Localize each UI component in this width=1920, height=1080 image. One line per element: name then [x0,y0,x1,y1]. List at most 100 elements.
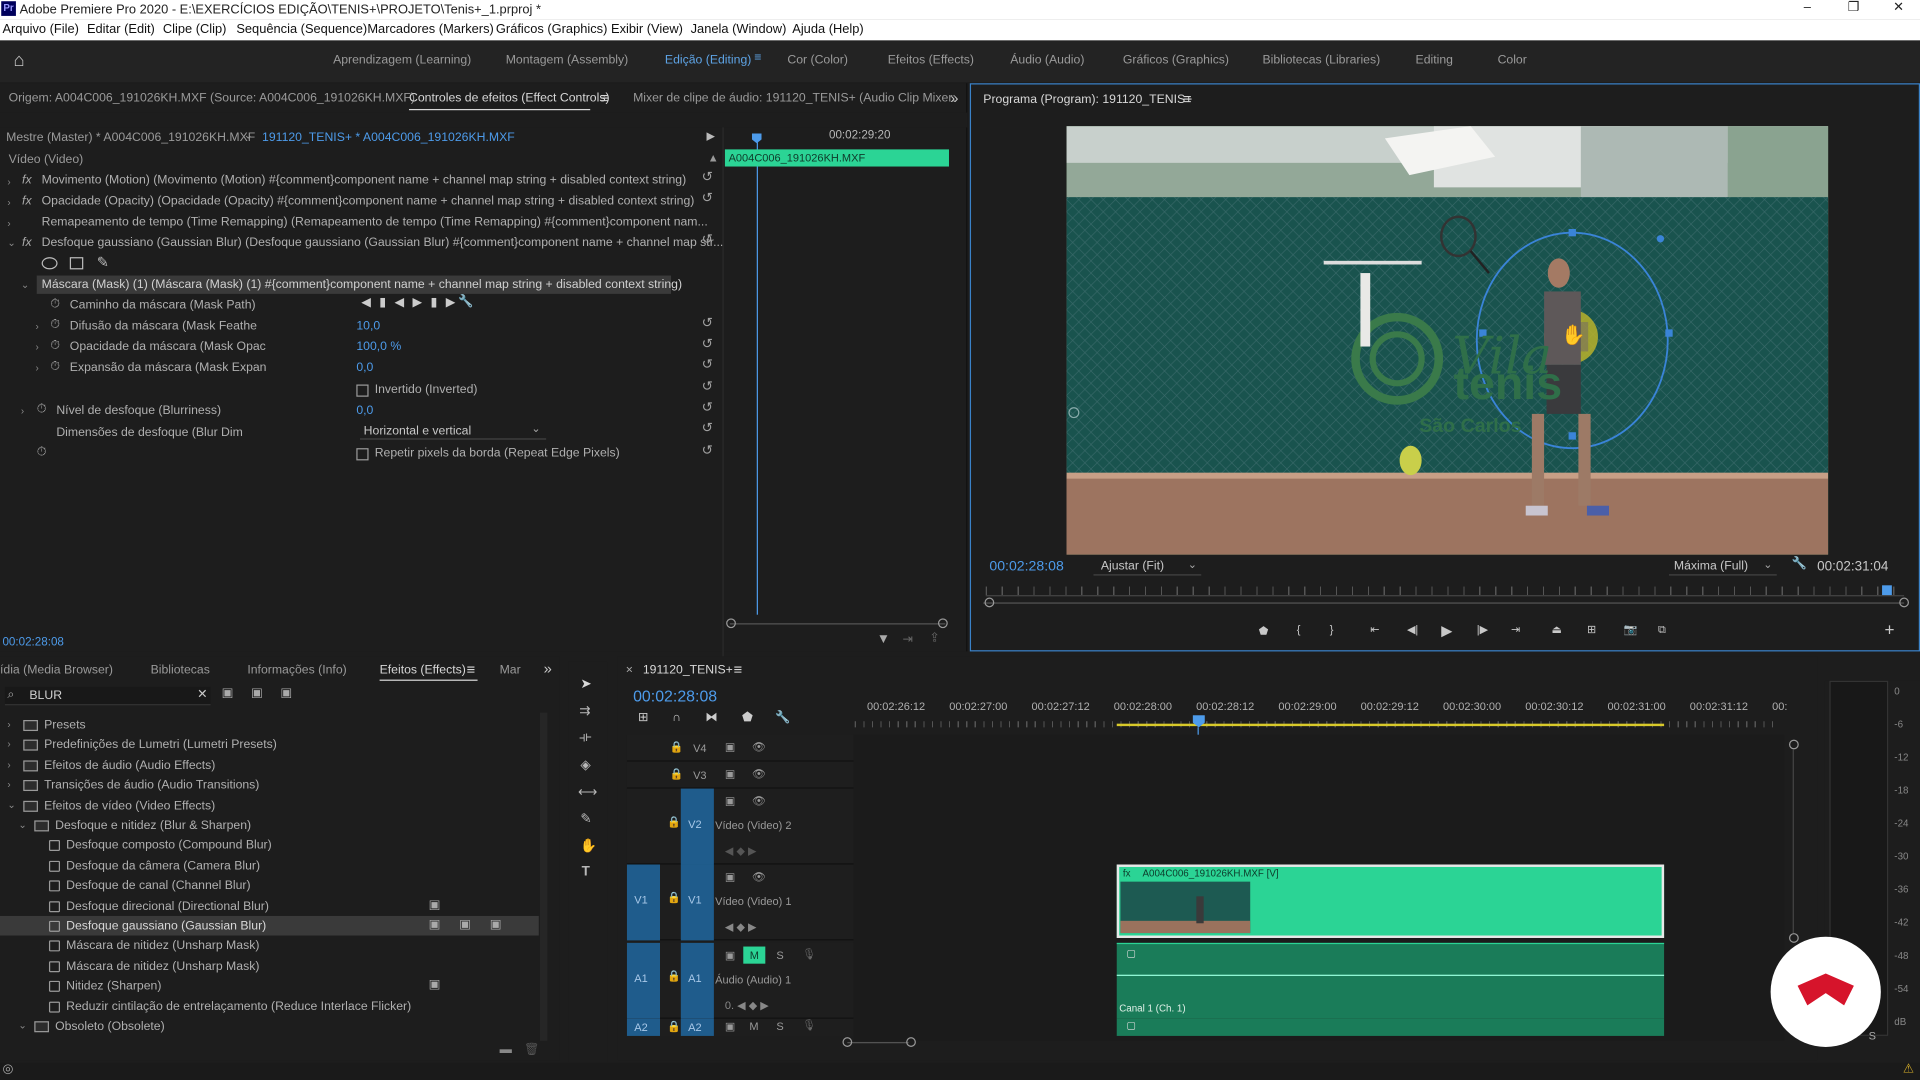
repeat-edge-checkbox[interactable] [356,448,369,461]
fx-icon[interactable]: fx [22,195,32,208]
add-marker-icon[interactable]: ⬟ [742,711,753,724]
workspace-color[interactable]: Cor (Color) [787,54,848,67]
home-icon[interactable]: ⌂ [13,50,24,71]
export-frame-icon[interactable]: 📷 [1624,623,1638,636]
lock-icon[interactable]: 🔒 [667,891,681,904]
sequence-menu-icon[interactable]: ≡ [733,661,742,678]
v1-source-patch[interactable]: V1 [626,864,661,941]
effect-item[interactable]: Desfoque gaussiano (Gaussian Blur) ▣ ▣ ▣ [0,915,539,936]
slip-tool-icon[interactable]: ⟷ [578,784,597,800]
solo-a1-button[interactable]: S [776,949,783,961]
effect-item[interactable]: Máscara de nitidez (Unsharp Mask) [0,956,539,976]
razor-tool-icon[interactable]: ◈ [580,757,590,773]
lift-icon[interactable]: ⏏ [1551,623,1561,636]
mute-a1-button[interactable]: M [743,946,766,964]
pen-tool-icon[interactable]: ✎ [580,811,591,827]
mask-expansion-value[interactable]: 0,0 [356,361,373,374]
sync-lock-icon[interactable]: ▣ [725,795,735,808]
close-button[interactable]: ✕ [1893,0,1904,15]
workspace-editing-2[interactable]: Editing [1416,54,1453,67]
master-dropdown-chevron-icon[interactable]: ⌄ [244,129,253,142]
lock-icon[interactable]: 🔒 [667,1020,681,1033]
timeline-settings-wrench-icon[interactable]: 🔧 [775,711,790,724]
warning-icon[interactable]: ⚠ [1903,1063,1914,1076]
expand-chevron-icon[interactable]: › [7,759,10,770]
minimize-button[interactable]: – [1804,0,1811,15]
sequence-clip-link[interactable]: 191120_TENIS+ * A004C006_191026KH.MXF [262,131,515,144]
tab-libraries[interactable]: Bibliotecas [151,664,210,677]
tab-markers[interactable]: Mar [500,664,521,677]
fx-icon[interactable]: fx [22,174,32,187]
expand-opacity-icon[interactable]: › [7,197,10,208]
effect-item[interactable]: Desfoque composto (Compound Blur) [0,836,539,856]
effect-item[interactable]: Desfoque de canal (Channel Blur) [0,876,539,896]
menu-window[interactable]: Janela (Window) [691,22,787,37]
workspace-effects[interactable]: Efeitos (Effects) [888,54,974,67]
video-clip-v1[interactable]: fx A004C006_191026KH.MXF [V] [1116,864,1665,938]
selection-tool-icon[interactable]: ➤ [580,676,591,692]
tab-source[interactable]: Origem: A004C006_191026KH.MXF (Source: A… [9,92,415,105]
stopwatch-icon[interactable]: ⏱ [50,298,60,311]
effects-folder[interactable]: › Transições de áudio (Audio Transitions) [0,775,539,795]
reset-repeat-edge-icon[interactable]: ↺ [702,442,713,458]
linked-selection-icon[interactable]: ⧓ [705,711,717,724]
stopwatch-icon[interactable]: ⏱ [50,360,60,373]
menu-graphics[interactable]: Gráficos (Graphics) [496,22,607,37]
tab-effects[interactable]: Efeitos (Effects) [380,664,466,677]
effect-opacity[interactable]: Opacidade (Opacity) (Opacidade (Opacity)… [42,195,695,208]
expand-chevron-icon[interactable]: ⌄ [18,819,26,830]
menu-view[interactable]: Exibir (View) [611,22,683,37]
workspace-editing[interactable]: Edição (Editing) [665,54,751,67]
effect-item[interactable]: Reduzir cintilação de entrelaçamento (Re… [0,996,539,1016]
menu-edit[interactable]: Editar (Edit) [87,22,155,37]
close-sequence-icon[interactable]: × [626,664,633,677]
menu-markers[interactable]: Marcadores (Markers) [367,22,493,37]
tab-media-browser[interactable]: ídia (Media Browser) [0,664,113,677]
32bit-effects-icon[interactable]: ▣ [251,687,263,700]
effect-item[interactable]: Desfoque direcional (Directional Blur) ▣ [0,896,539,916]
ripple-edit-tool-icon[interactable]: ⟛ [579,730,591,746]
expand-chevron-icon[interactable]: ⌄ [7,799,15,810]
type-tool-icon[interactable]: T [582,864,590,879]
expand-blurriness-icon[interactable]: › [21,405,24,416]
effect-motion[interactable]: Movimento (Motion) (Movimento (Motion) #… [42,174,687,187]
mark-out-icon[interactable]: } [1330,623,1334,635]
vertical-scrollbar[interactable] [1792,749,1794,934]
new-bin-icon[interactable]: ▬ [500,1043,512,1056]
horizontal-zoom-scroll[interactable] [847,1042,909,1044]
zoom-handle-left[interactable] [984,597,995,608]
reset-motion-icon[interactable]: ↺ [702,169,713,185]
comparison-view-icon[interactable]: ⧉ [1658,623,1666,636]
accelerated-effects-icon[interactable]: ▣ [222,687,234,700]
effects-folder[interactable]: › Efeitos de áudio (Audio Effects) [0,755,539,775]
wrench-icon[interactable]: 🔧 [458,295,473,308]
blur-dimensions-dropdown[interactable]: Horizontal e vertical ⌄ [360,422,547,440]
play-icon[interactable]: ▶ [1441,622,1452,639]
tab-audio-clip-mixer[interactable]: Mixer de clipe de áudio: 191120_TENIS+ (… [633,92,956,105]
audio-clip-a2[interactable]: ▢ [1116,1018,1665,1036]
workspace-graphics[interactable]: Gráficos (Graphics) [1123,54,1229,67]
tab-info[interactable]: Informações (Info) [247,664,346,677]
tab-effect-controls[interactable]: Controles de efeitos (Effect Controls) [409,92,610,105]
effect-gaussian-blur[interactable]: Desfoque gaussiano (Gaussian Blur) (Desf… [42,236,724,249]
reset-mask-opacity-icon[interactable]: ↺ [702,336,713,352]
fit-dropdown[interactable]: Ajustar (Fit) ⌄ [1093,557,1202,576]
hand-tool-icon[interactable]: ✋ [580,838,597,854]
lock-icon[interactable]: 🔒 [670,768,684,781]
mute-a2-button[interactable]: M [749,1020,758,1032]
workspace-assembly[interactable]: Montagem (Assembly) [506,54,628,67]
expand-motion-icon[interactable]: › [7,176,10,187]
mini-timeline-clip[interactable]: A004C006_191026KH.MXF [724,149,949,167]
effect-time-remapping[interactable]: Remapeamento de tempo (Time Remapping) (… [42,216,708,229]
extract-icon[interactable]: ⊞ [1587,623,1596,636]
program-zoom-bar[interactable] [983,602,1905,604]
eye-icon[interactable]: 👁 [752,741,766,754]
audio-clip-a1[interactable]: ▢ Canal 1 (Ch. 1) [1116,942,1665,1019]
stopwatch-icon[interactable]: ⏱ [37,446,47,459]
expand-chevron-icon[interactable]: ⌄ [18,1020,26,1031]
zoom-handle-right[interactable] [1899,597,1909,608]
step-forward-icon[interactable]: |▶ [1477,623,1488,636]
collapse-up-icon[interactable]: ▲ [708,152,719,164]
reset-inverted-icon[interactable]: ↺ [702,378,713,395]
a2-target[interactable]: A2 [680,1018,714,1036]
